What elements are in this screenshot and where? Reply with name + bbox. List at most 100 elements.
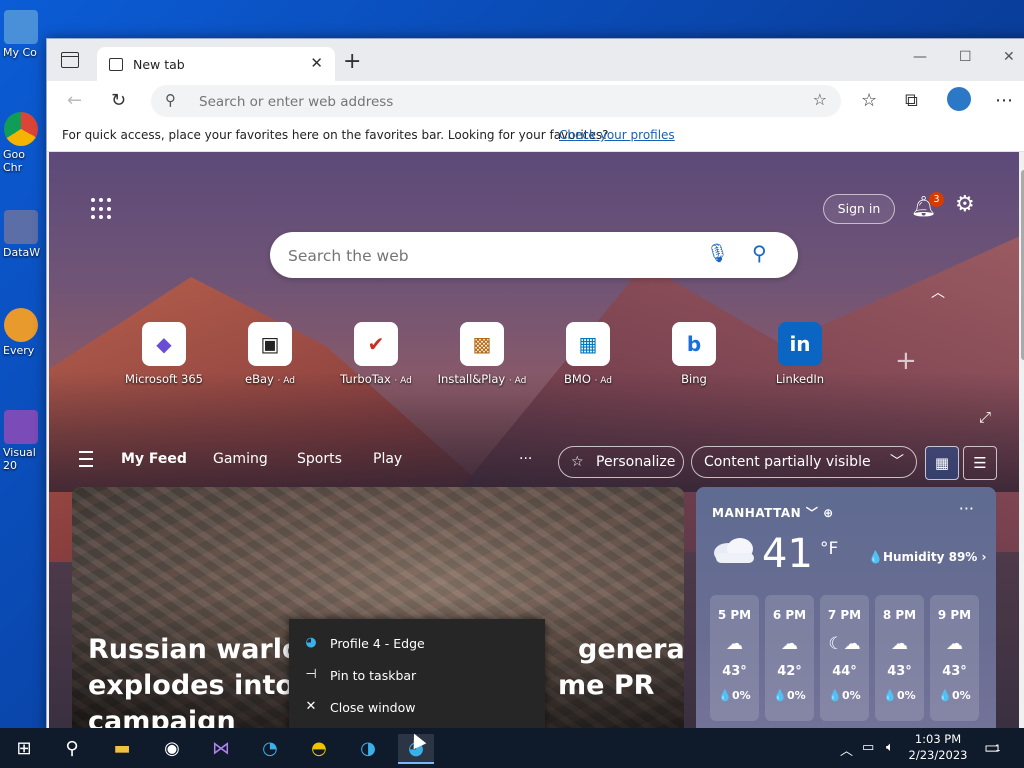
microphone-icon[interactable]: 🎙︎: [706, 243, 729, 264]
quick-link-bing[interactable]: b Bing: [641, 322, 747, 386]
cloud-icon: ☁: [781, 634, 798, 654]
favorites-icon[interactable]: ☆: [861, 90, 877, 111]
visual-studio-icon[interactable]: ⋈: [203, 734, 239, 762]
profile-avatar[interactable]: [947, 87, 971, 111]
network-icon[interactable]: ▭: [862, 740, 874, 755]
tab-title: New tab: [133, 57, 185, 72]
edge-canary-icon[interactable]: ◔: [252, 734, 288, 762]
app-launcher-icon[interactable]: [91, 198, 113, 220]
refresh-button[interactable]: ↻: [111, 90, 126, 111]
personalize-button[interactable]: ☆ Personalize: [558, 446, 684, 478]
quick-link-linkedin[interactable]: in LinkedIn: [747, 322, 853, 386]
content-visibility-dropdown[interactable]: Content partially visible ﹀: [691, 446, 917, 478]
pin-icon: ⊣: [305, 667, 317, 682]
chevron-up-icon[interactable]: ︿: [931, 282, 945, 302]
moon-cloud-icon: ☾☁: [828, 634, 861, 654]
current-temperature: 41: [762, 531, 813, 577]
temperature-unit: °F: [820, 539, 839, 559]
feed-tab-play[interactable]: Play: [373, 451, 402, 467]
volume-icon[interactable]: 🔈︎: [886, 740, 894, 755]
edge-dev-icon[interactable]: ◓: [301, 734, 337, 762]
sparkle-icon: ☆: [571, 454, 584, 470]
feed-navigation: My Feed Gaming Sports Play ··· ☆ Persona…: [49, 438, 1019, 482]
maximize-button[interactable]: ☐: [959, 49, 972, 65]
humidity[interactable]: 💧Humidity 89% ›: [868, 550, 986, 564]
forecast-hour: 7 PM ☾☁ 44° 💧0%: [820, 595, 869, 721]
tab-new-tab[interactable]: New tab ✕: [97, 47, 335, 81]
tab-close-icon[interactable]: ✕: [310, 54, 323, 72]
menu-item-pin-to-taskbar[interactable]: ⊣ Pin to taskbar: [289, 659, 545, 691]
list-view-button[interactable]: ☰: [963, 446, 997, 480]
feed-tab-gaming[interactable]: Gaming: [213, 451, 268, 467]
everything-icon: [4, 308, 38, 342]
notification-count: 1: [995, 744, 1001, 754]
quick-link-ebay[interactable]: ▣ eBay · Ad: [217, 322, 323, 386]
new-tab-button[interactable]: +: [343, 49, 361, 74]
page-scrollbar[interactable]: [1019, 152, 1024, 731]
computer-icon: [4, 10, 38, 44]
edge-beta-icon[interactable]: ◑: [350, 734, 386, 762]
web-search-input[interactable]: [286, 244, 690, 268]
favorites-bar: For quick access, place your favorites h…: [47, 119, 1024, 152]
gear-icon[interactable]: ⚙: [955, 192, 975, 217]
sign-in-button[interactable]: Sign in: [823, 194, 895, 224]
quick-link-microsoft-365[interactable]: ◆ Microsoft 365: [111, 322, 217, 386]
collections-icon[interactable]: ⧉: [905, 90, 918, 111]
edge-icon: ◕: [305, 635, 317, 650]
title-bar: New tab ✕ + — ☐ ✕: [47, 39, 1024, 81]
address-bar[interactable]: ⚲ ☆: [151, 85, 841, 117]
add-site-button[interactable]: +: [895, 346, 917, 376]
quick-link-turbotax[interactable]: ✔ TurboTax · Ad: [323, 322, 429, 386]
settings-more-icon[interactable]: ⋯: [995, 90, 1013, 111]
desktop-icon-datawrangler[interactable]: DataW: [0, 210, 42, 259]
chevron-up-icon[interactable]: ︿: [840, 740, 853, 759]
search-icon[interactable]: ⚲: [54, 734, 90, 762]
chrome-icon[interactable]: ◉: [154, 734, 190, 762]
minimize-button[interactable]: —: [913, 49, 927, 65]
clock[interactable]: 1:03 PM 2/23/2023: [906, 731, 970, 763]
cloud-icon: [714, 538, 754, 563]
visual-studio-icon: [4, 410, 38, 444]
taskbar-context-menu: ◕ Profile 4 - Edge ⊣ Pin to taskbar ✕ Cl…: [289, 619, 545, 731]
navigation-bar: ← ↻ ⚲ ☆ ☆ ⧉ ⋯: [47, 81, 1024, 119]
address-input[interactable]: [197, 91, 761, 113]
cloud-icon: ☁: [726, 634, 743, 654]
desktop-icon-everything[interactable]: Every: [0, 308, 42, 357]
desktop-icon-my-computer[interactable]: My Co: [0, 10, 42, 59]
menu-icon[interactable]: [79, 451, 93, 467]
feed-more-button[interactable]: ···: [519, 451, 532, 467]
windows-start-icon[interactable]: ⊞: [6, 734, 42, 762]
chrome-icon: [4, 112, 38, 146]
close-icon: ✕: [305, 699, 317, 714]
installplay-icon: ▩: [460, 322, 504, 366]
cloud-icon: ☁: [946, 634, 963, 654]
weather-city[interactable]: MANHATTAN ﹀ ⊕: [712, 504, 834, 521]
page-icon: [109, 58, 123, 71]
menu-item-close-window[interactable]: ✕ Close window: [289, 691, 545, 723]
desktop-icon-visual-studio[interactable]: Visual 20: [0, 410, 42, 472]
file-explorer-icon[interactable]: ▬: [104, 734, 140, 762]
check-profiles-link[interactable]: Check your profiles: [559, 128, 675, 142]
close-button[interactable]: ✕: [1003, 49, 1015, 65]
quick-link-bmo[interactable]: ▦ BMO · Ad: [535, 322, 641, 386]
expand-icon[interactable]: ⤢: [979, 408, 991, 426]
forecast-hour: 5 PM ☁ 43° 💧0%: [710, 595, 759, 721]
add-favorite-icon[interactable]: ☆: [813, 90, 827, 109]
turbotax-icon: ✔: [354, 322, 398, 366]
menu-item-profile[interactable]: ◕ Profile 4 - Edge: [289, 627, 545, 659]
feed-tab-my-feed[interactable]: My Feed: [121, 451, 187, 467]
bmo-icon: ▦: [566, 322, 610, 366]
tab-actions-icon[interactable]: [61, 52, 79, 68]
grid-view-button[interactable]: ▦: [925, 446, 959, 480]
linkedin-icon: in: [778, 322, 822, 366]
back-button[interactable]: ←: [67, 90, 82, 111]
weather-more-icon[interactable]: ···: [959, 499, 974, 518]
notification-badge: 3: [929, 192, 944, 207]
search-icon[interactable]: ⚲: [752, 241, 767, 265]
forecast-hour: 9 PM ☁ 43° 💧0%: [930, 595, 979, 721]
quick-link-installplay[interactable]: ▩ Install&Play · Ad: [429, 322, 535, 386]
feed-tab-sports[interactable]: Sports: [297, 451, 342, 467]
web-search-box[interactable]: 🎙︎ ⚲: [270, 232, 798, 278]
weather-card[interactable]: MANHATTAN ﹀ ⊕ ··· 41 °F 💧Humidity 89% › …: [696, 487, 996, 731]
desktop-icon-chrome[interactable]: Goo Chr: [0, 112, 42, 174]
